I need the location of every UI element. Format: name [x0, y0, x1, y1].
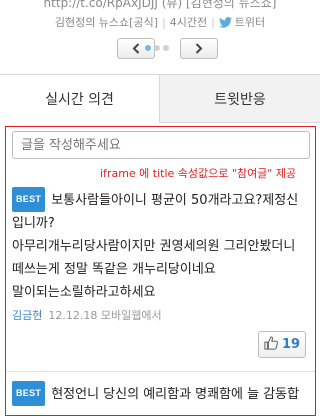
comment-line: BEST 보통사람들아이니 평균이 50개라고요?제정신 [12, 187, 310, 212]
comment-line: 말이되는소릴하라고하세요 [12, 285, 156, 300]
twitter-bird-icon [218, 17, 232, 31]
source-name[interactable]: 김현정의 뉴스쇼[공식] [55, 16, 158, 29]
source-meta: 김현정의 뉴스쇼[공식] | 4시간전 | 트위터 [0, 14, 320, 31]
comment-divider [6, 371, 315, 372]
comment-input[interactable] [12, 131, 310, 159]
comment-date: 12.12.18 모바일웹에서 [48, 309, 162, 322]
best-badge: BEST [12, 381, 46, 406]
tab-tweet-reactions[interactable]: 트윗반응 [160, 75, 320, 123]
separator: | [211, 16, 215, 29]
comment-line: 떼쓰는게 정말 똑같은 개누리당이네요 [12, 262, 216, 277]
comment-text: BEST 현정언니 당신의 예리함과 명쾌함에 늘 감동합 [12, 381, 310, 406]
next-page-button[interactable] [180, 38, 218, 59]
like-button[interactable]: 19 [258, 331, 306, 358]
comment-line: 입니까? [12, 216, 55, 231]
comment-item: BEST 보통사람들아이니 평균이 50개라고요?제정신 입니까? 아무리개누리당… [12, 187, 310, 322]
via-label: 트위터 [234, 16, 266, 29]
page-dot-active [145, 45, 151, 51]
like-count: 19 [281, 337, 301, 352]
page-indicator [145, 45, 169, 51]
comment-meta: 김금현 12.12.18 모바일웹에서 [12, 307, 162, 323]
pager [0, 38, 320, 60]
best-badge: BEST [12, 187, 46, 212]
time-ago: 4시간전 [169, 16, 208, 29]
comment-author[interactable]: 김금현 [12, 309, 42, 322]
chevron-left-icon [132, 39, 140, 58]
comments-iframe: iframe 에 title 속성값으로 "참여글" 제공 BEST보통사람들아… [5, 126, 316, 416]
comment-item: BEST 현정언니 당신의 예리함과 명쾌함에 늘 감동합 [12, 381, 310, 406]
tab-bar: 실시간 의견 트윗반응 [0, 74, 320, 123]
comment-text: BEST 보통사람들아이니 평균이 50개라고요?제정신 입니까? 아무리개누리당… [12, 187, 310, 304]
article-link[interactable]: http://t.co/RpAxJDJJ (뷰) [김현정의 뉴스쇼] [0, 0, 320, 10]
iframe-title-annotation: iframe 에 title 속성값으로 "참여글" 제공 [100, 167, 297, 180]
comment-line: 아무리개누리당사람이지만 권영세의원 그리안봤더니 [12, 239, 296, 254]
comment-line: BEST 현정언니 당신의 예리함과 명쾌함에 늘 감동합 [12, 381, 310, 406]
chevron-right-icon [195, 39, 203, 58]
thumbs-up-icon [264, 335, 278, 354]
tab-realtime-opinion[interactable]: 실시간 의견 [0, 75, 160, 123]
page-dot [163, 45, 169, 51]
separator: | [162, 16, 166, 29]
page-dot [154, 45, 160, 51]
